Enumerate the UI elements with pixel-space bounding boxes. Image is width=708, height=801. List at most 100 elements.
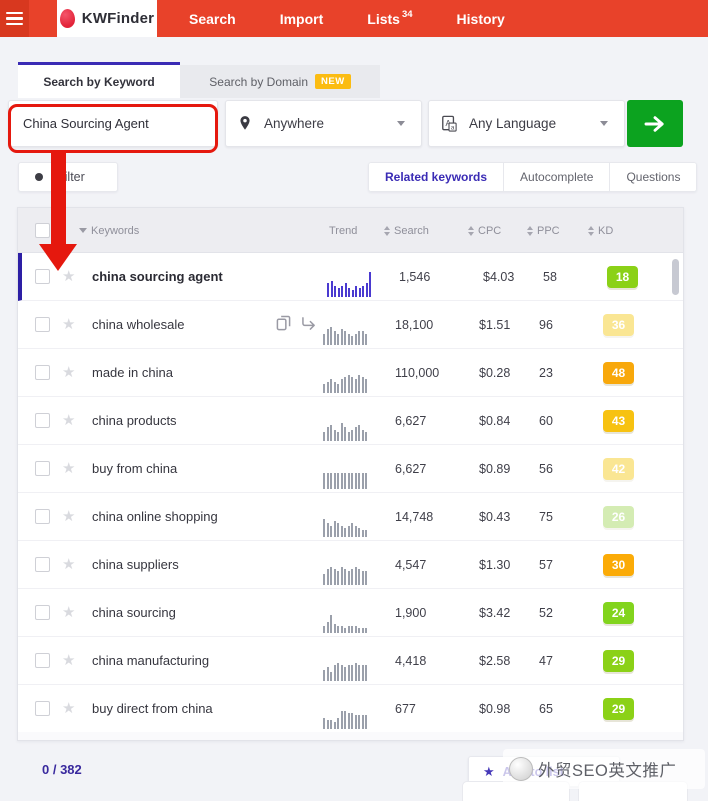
table-row[interactable]: ★ buy direct from china 677 $0.98 65 29 (18, 685, 683, 733)
location-select[interactable]: Anywhere (225, 100, 422, 147)
keyword-cell[interactable]: china products (92, 413, 177, 428)
table-row[interactable]: ★ china sourcing 1,900 $3.42 52 24 (18, 589, 683, 637)
filter-toggle-dot-icon (35, 173, 43, 181)
row-checkbox[interactable] (35, 413, 50, 428)
column-header-trend: Trend (329, 224, 358, 237)
tab-questions[interactable]: Questions (610, 162, 698, 192)
kd-score-badge[interactable]: 36 (603, 314, 634, 336)
tab-search-by-domain[interactable]: Search by Domain NEW (180, 65, 380, 98)
vertical-scrollbar-thumb[interactable] (672, 259, 679, 295)
star-icon[interactable]: ★ (62, 555, 75, 573)
kd-score-badge[interactable]: 26 (603, 506, 634, 528)
star-icon[interactable]: ★ (62, 459, 75, 477)
star-icon[interactable]: ★ (62, 363, 75, 381)
kwfinder-logo-icon (59, 9, 75, 28)
table-row[interactable]: ★ china wholesale 18,100 $1.51 96 36 (18, 301, 683, 349)
star-icon[interactable]: ★ (62, 315, 75, 333)
kd-score-badge[interactable]: 43 (603, 410, 634, 432)
new-badge: NEW (315, 74, 351, 89)
table-row[interactable]: ★ china manufacturing 4,418 $2.58 47 29 (18, 637, 683, 685)
table-header-row: Keywords Trend Search CPC PPC KD (18, 208, 683, 253)
ppc-cell: 60 (539, 414, 553, 428)
keyword-cell[interactable]: china online shopping (92, 509, 218, 524)
column-header-ppc[interactable]: PPC (527, 208, 560, 253)
search-submit-button[interactable] (627, 100, 683, 147)
keywords-table: Keywords Trend Search CPC PPC KD ★ china… (17, 207, 684, 741)
kd-score-badge[interactable]: 29 (603, 650, 634, 672)
ppc-cell: 52 (539, 606, 553, 620)
star-icon[interactable]: ★ (62, 651, 75, 669)
keyword-cell[interactable]: china manufacturing (92, 653, 209, 668)
watermark-text: 外贸SEO英文推广 (538, 762, 677, 780)
row-checkbox[interactable] (35, 461, 50, 476)
star-icon[interactable]: ★ (62, 699, 75, 717)
tab-autocomplete[interactable]: Autocomplete (504, 162, 611, 192)
brand-name: KWFinder (81, 10, 155, 27)
keyword-cell[interactable]: china sourcing (92, 605, 176, 620)
column-header-search[interactable]: Search (384, 208, 429, 253)
table-row[interactable]: ★ china products 6,627 $0.84 60 43 (18, 397, 683, 445)
hamburger-menu-icon[interactable] (0, 0, 29, 37)
row-checkbox[interactable] (35, 509, 50, 524)
cpc-cell: $3.42 (479, 606, 511, 620)
top-navbar: KWFinder Search Import Lists 34 History (0, 0, 708, 37)
svg-text:a: a (451, 124, 455, 131)
row-checkbox[interactable] (35, 269, 50, 284)
table-row[interactable]: ★ buy from china 6,627 $0.89 56 42 (18, 445, 683, 493)
keyword-cell[interactable]: buy from china (92, 461, 177, 476)
kd-score-badge[interactable]: 42 (603, 458, 634, 480)
search-volume-cell: 677 (395, 702, 416, 716)
keyword-cell[interactable]: china wholesale (92, 317, 185, 332)
nav-item-search[interactable]: Search (167, 0, 258, 37)
table-row[interactable]: ★ china online shopping 14,748 $0.43 75 26 (18, 493, 683, 541)
star-icon[interactable]: ★ (62, 267, 75, 285)
kd-score-badge[interactable]: 18 (607, 266, 638, 288)
keyword-search-input[interactable]: China Sourcing Agent (8, 100, 218, 147)
table-row[interactable]: ★ china suppliers 4,547 $1.30 57 30 (18, 541, 683, 589)
tab-related-keywords[interactable]: Related keywords (368, 162, 505, 192)
table-row[interactable]: ★ made in china 110,000 $0.28 23 48 (18, 349, 683, 397)
search-volume-cell: 4,547 (395, 558, 427, 572)
keyword-cell[interactable]: buy direct from china (92, 701, 213, 716)
ppc-cell: 23 (539, 366, 553, 380)
column-header-kd[interactable]: KD (588, 208, 613, 253)
trend-sparkline (323, 461, 371, 489)
table-row[interactable]: ★ china sourcing agent 1,546 $4.03 58 18 (18, 253, 683, 301)
keyword-cell[interactable]: china suppliers (92, 557, 179, 572)
kd-score-badge[interactable]: 30 (603, 554, 634, 576)
cpc-cell: $0.43 (479, 510, 511, 524)
tab-search-by-keyword[interactable]: Search by Keyword (18, 62, 180, 98)
copy-icon[interactable] (276, 315, 291, 331)
cpc-cell: $0.98 (479, 702, 511, 716)
search-volume-cell: 6,627 (395, 462, 427, 476)
column-header-cpc[interactable]: CPC (468, 208, 501, 253)
filter-button[interactable]: Filter (18, 162, 118, 192)
star-icon[interactable]: ★ (62, 603, 75, 621)
row-checkbox[interactable] (35, 605, 50, 620)
kd-score-badge[interactable]: 24 (603, 602, 634, 624)
select-all-checkbox[interactable] (35, 223, 50, 238)
open-link-icon[interactable] (301, 316, 317, 330)
row-checkbox[interactable] (35, 653, 50, 668)
language-icon: Aa (441, 115, 457, 132)
nav-item-history[interactable]: History (435, 0, 527, 37)
star-icon[interactable]: ★ (62, 411, 75, 429)
row-checkbox[interactable] (35, 557, 50, 572)
keyword-cell[interactable]: china sourcing agent (92, 269, 223, 284)
language-select[interactable]: Aa Any Language (428, 100, 625, 147)
row-checkbox[interactable] (35, 365, 50, 380)
chevron-down-icon (397, 121, 405, 126)
kd-score-badge[interactable]: 48 (603, 362, 634, 384)
brand-logo[interactable]: KWFinder (57, 0, 157, 37)
ppc-cell: 47 (539, 654, 553, 668)
nav-item-import[interactable]: Import (258, 0, 346, 37)
row-checkbox[interactable] (35, 317, 50, 332)
nav-item-lists[interactable]: Lists 34 (345, 0, 434, 37)
sort-icon (468, 225, 474, 236)
lists-count-badge: 34 (401, 9, 413, 20)
keyword-cell[interactable]: made in china (92, 365, 173, 380)
kd-score-badge[interactable]: 29 (603, 698, 634, 720)
star-icon[interactable]: ★ (62, 507, 75, 525)
column-header-keywords[interactable]: Keywords (79, 208, 139, 253)
row-checkbox[interactable] (35, 701, 50, 716)
